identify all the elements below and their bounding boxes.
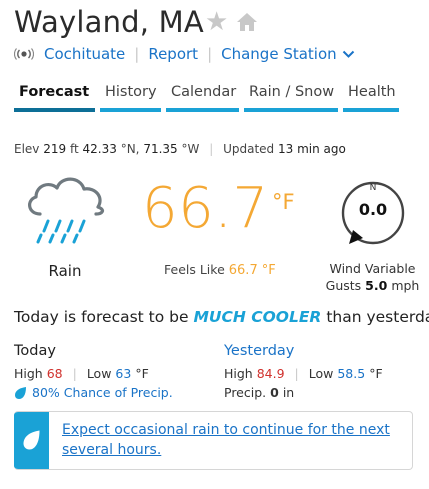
summary-pre: Today is forecast to be [14, 308, 189, 326]
station-link[interactable]: Cochituate [44, 45, 125, 63]
station-meta: Elev 219 ft 42.33 °N, 71.35 °W | Updated… [14, 142, 346, 156]
elev-label: Elev [14, 142, 40, 156]
yesterday-low-value: 58.5 [337, 366, 366, 381]
today-high-low: High 68 | Low 63 °F [14, 366, 149, 381]
divider: | [134, 45, 140, 63]
lat-value: 42.33 [82, 142, 117, 156]
home-icon[interactable] [236, 12, 258, 36]
forecast-summary: Today is forecast to be MUCH COOLER than… [14, 308, 429, 326]
gusts-label: Gusts [325, 278, 362, 293]
temperature-unit: °F [272, 190, 295, 214]
compass-north-label: N [369, 183, 377, 193]
change-station-link[interactable]: Change Station [221, 45, 337, 63]
tab-history[interactable]: History [100, 84, 161, 112]
current-temperature: 66.7 [142, 176, 269, 241]
gusts-unit: mph [391, 278, 420, 293]
tab-rain-snow[interactable]: Rain / Snow [244, 84, 338, 112]
tab-bar: Forecast History Calendar Rain / Snow He… [14, 84, 399, 112]
tab-forecast[interactable]: Forecast [14, 84, 95, 112]
feels-like-value: 66.7 [228, 263, 258, 278]
today-precip: 80% Chance of Precip. [14, 385, 173, 400]
today-high-label: High [14, 366, 43, 381]
lon-unit: °W [181, 142, 200, 156]
today-heading: Today [14, 343, 56, 359]
divider: | [209, 142, 214, 156]
feels-like: Feels Like 66.7 °F [164, 262, 276, 278]
yesterday-low-label: Low [308, 366, 334, 381]
wind-direction: Wind Variable [329, 261, 416, 276]
yesterday-high-low: High 84.9 | Low 58.5 °F [224, 366, 383, 381]
yesterday-precip-value: 0 [270, 385, 279, 400]
report-link[interactable]: Report [148, 45, 198, 63]
yesterday-high-label: High [224, 366, 253, 381]
favorite-star-icon[interactable]: ★ [205, 9, 228, 35]
elev-unit: ft [69, 142, 79, 156]
yesterday-high-value: 84.9 [256, 366, 285, 381]
lat-unit: °N, [120, 142, 140, 156]
yesterday-heading[interactable]: Yesterday [224, 343, 294, 359]
tab-health[interactable]: Health [343, 84, 399, 112]
divider: | [72, 366, 77, 381]
condition-label: Rain [48, 262, 82, 280]
divider: | [294, 366, 299, 381]
wind-details: Wind Variable Gusts 5.0 mph [324, 260, 421, 294]
today-low-label: Low [86, 366, 112, 381]
page-title: Wayland, MA [14, 5, 204, 39]
elev-value: 219 [43, 142, 67, 156]
yesterday-precip-label: Precip. [224, 385, 267, 400]
yesterday-unit: °F [369, 366, 383, 381]
raindrop-icon [14, 386, 27, 400]
gusts-value: 5.0 [365, 278, 388, 293]
wind-gusts: Gusts 5.0 mph [324, 277, 421, 294]
broadcast-station-icon [14, 48, 34, 60]
forecast-alert: Expect occasional rain to continue for t… [14, 411, 413, 470]
today-low-value: 63 [115, 366, 132, 381]
raindrop-icon [22, 429, 41, 455]
divider: | [207, 45, 213, 63]
today-high-value: 68 [46, 366, 63, 381]
yesterday-precip-unit: in [282, 385, 295, 400]
precip-chance-label: Chance of Precip. [63, 385, 173, 400]
feels-like-label: Feels Like [164, 262, 225, 277]
today-unit: °F [135, 366, 149, 381]
precip-chance-value: 80% [32, 385, 60, 400]
station-bar: Cochituate | Report | Change Station [14, 45, 355, 63]
lon-value: 71.35 [143, 142, 178, 156]
feels-like-unit: °F [261, 263, 276, 278]
chevron-down-icon[interactable] [342, 50, 355, 59]
updated-label: Updated [223, 142, 275, 156]
rain-cloud-icon [22, 170, 108, 254]
tab-calendar[interactable]: Calendar [166, 84, 239, 112]
yesterday-precip: Precip. 0 in [224, 385, 294, 400]
summary-post: than yesterday. [326, 308, 429, 326]
wind-speed: 0.0 [358, 200, 388, 219]
updated-value: 13 min ago [278, 142, 346, 156]
alert-link[interactable]: Expect occasional rain to continue for t… [62, 420, 392, 460]
summary-emphasis: MUCH COOLER [193, 308, 322, 326]
alert-accent-bar [14, 412, 49, 469]
